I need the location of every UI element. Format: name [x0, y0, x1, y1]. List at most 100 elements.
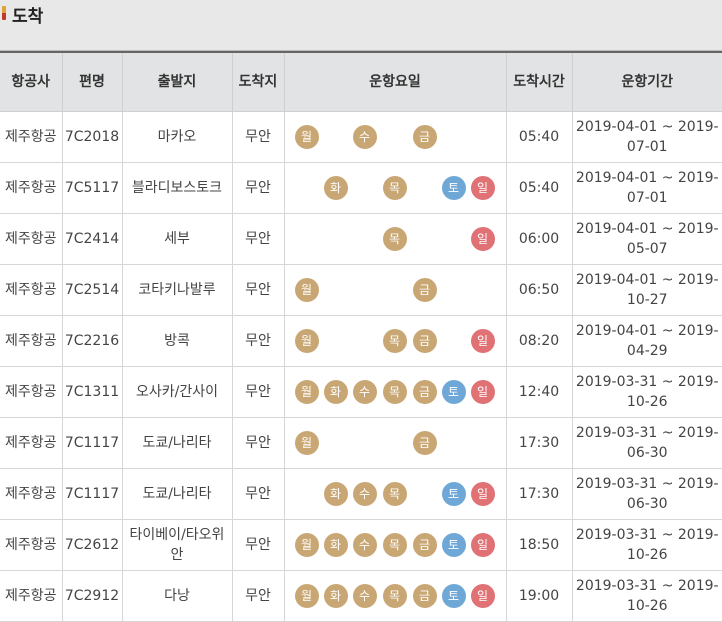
day-badge: 수 — [352, 125, 377, 149]
operating-days-cell: 월금 — [283, 417, 506, 469]
arrivals-table: 항공사 편명 출발지 도착지 운항요일 도착시간 운항기간 제주항공 7C2018… — [0, 51, 722, 622]
operating-days-cell: 월화수목금토일 — [283, 366, 506, 418]
day-badge: 월 — [294, 329, 319, 353]
flight-number-cell: 7C1311 — [61, 366, 122, 418]
day-badge: 목 — [382, 176, 407, 200]
day-badge: 금 — [412, 125, 437, 149]
operating-period-cell: 2019-03-31 ~ 2019-06-30 — [571, 468, 722, 520]
table-row: 제주항공 7C2612 타이베이/타오위안 무안 월 화 수 목 금 토 일 18:50 2019-03… — [0, 519, 722, 571]
origin-cell: 타이베이/타오위안 — [121, 519, 232, 571]
header-operating-days: 운항요일 — [283, 51, 506, 112]
day-badge: 금 — [412, 329, 437, 353]
destination-cell: 무안 — [231, 315, 284, 367]
airline-cell: 제주항공 — [0, 111, 62, 163]
header-destination: 도착지 — [231, 51, 284, 112]
flight-number-cell: 7C5117 — [61, 162, 122, 214]
header-origin: 출발지 — [121, 51, 232, 112]
flight-number-cell: 7C2612 — [61, 519, 122, 571]
operating-days-cell: 목일 — [283, 213, 506, 265]
origin-cell: 마카오 — [121, 111, 232, 163]
table-header-row: 항공사 편명 출발지 도착지 운항요일 도착시간 운항기간 — [0, 51, 722, 112]
airline-cell: 제주항공 — [0, 315, 62, 367]
operating-days-cell: 화 목 토일 — [283, 162, 506, 214]
operating-period-cell: 2019-03-31 ~ 2019-10-26 — [571, 570, 722, 622]
airline-cell: 제주항공 — [0, 366, 62, 418]
arrival-time-cell: 06:50 — [505, 264, 572, 316]
day-badge: 수 — [352, 482, 377, 506]
title-marker-icon — [2, 6, 6, 20]
arrival-time-cell: 05:40 — [505, 111, 572, 163]
arrival-time-cell: 18:50 — [505, 519, 572, 571]
table-row: 제주항공 7C2912 다낭 무안 월 화 수 목 금 토 일 19:00 2019-03-31 ~ 2… — [0, 570, 722, 622]
destination-cell: 무안 — [231, 570, 284, 622]
arrival-time-cell: 06:00 — [505, 213, 572, 265]
day-badge: 일 — [470, 176, 495, 200]
table-row: 제주항공 7C2414 세부 무안 목 일 06:00 2019-04-01 ~ 2019-0… — [0, 213, 722, 265]
day-badge: 화 — [323, 482, 348, 506]
operating-days-cell: 월수금 — [283, 111, 506, 163]
header-arrival-time: 도착시간 — [505, 51, 572, 112]
operating-period-cell: 2019-04-01 ~ 2019-10-27 — [571, 264, 722, 316]
airline-cell: 제주항공 — [0, 162, 62, 214]
operating-days-cell: 월 목금 일 — [283, 315, 506, 367]
destination-cell: 무안 — [231, 162, 284, 214]
day-badge: 토 — [441, 380, 466, 404]
table-row: 제주항공 7C1311 오사카/간사이 무안 월 화 수 목 금 토 일 12:40 2019-03-3… — [0, 366, 722, 418]
operating-period-cell: 2019-04-01 ~ 2019-05-07 — [571, 213, 722, 265]
day-badge: 수 — [352, 533, 377, 557]
day-badge: 금 — [412, 533, 437, 557]
operating-days-cell: 화수목 토일 — [283, 468, 506, 520]
operating-period-cell: 2019-03-31 ~ 2019-10-26 — [571, 366, 722, 418]
section-header: 도착 — [0, 0, 722, 51]
day-badge: 월 — [294, 380, 319, 404]
destination-cell: 무안 — [231, 468, 284, 520]
day-badge: 금 — [412, 431, 437, 455]
day-badge: 목 — [382, 533, 407, 557]
day-badge: 월 — [294, 125, 319, 149]
origin-cell: 세부 — [121, 213, 232, 265]
day-badge: 화 — [323, 533, 348, 557]
day-badge: 목 — [382, 227, 407, 251]
day-badge: 토 — [441, 533, 466, 557]
operating-period-cell: 2019-04-01 ~ 2019-04-29 — [571, 315, 722, 367]
day-badge: 목 — [382, 584, 407, 608]
day-badge: 일 — [470, 482, 495, 506]
day-badge: 월 — [294, 533, 319, 557]
table-row: 제주항공 7C1117 도쿄/나리타 무안 월 금 17:30 2019-03-31 ~ 20… — [0, 417, 722, 469]
header-flight: 편명 — [61, 51, 122, 112]
table-row: 제주항공 7C1117 도쿄/나리타 무안 화 수 목 토 일 17:30 2019-03-31 ~… — [0, 468, 722, 520]
destination-cell: 무안 — [231, 264, 284, 316]
table-row: 제주항공 7C5117 블라디보스토크 무안 화 목 토 일 05:40 2019-04-01 ~… — [0, 162, 722, 214]
operating-days-cell: 월화수목금토일 — [283, 519, 506, 571]
operating-period-cell: 2019-03-31 ~ 2019-06-30 — [571, 417, 722, 469]
flight-number-cell: 7C1117 — [61, 468, 122, 520]
day-badge: 토 — [441, 482, 466, 506]
airline-cell: 제주항공 — [0, 417, 62, 469]
header-airline: 항공사 — [0, 51, 62, 112]
day-badge: 일 — [470, 533, 495, 557]
origin-cell: 오사카/간사이 — [121, 366, 232, 418]
day-badge: 화 — [323, 380, 348, 404]
flight-number-cell: 7C2414 — [61, 213, 122, 265]
page-title: 도착 — [12, 7, 44, 27]
table-row: 제주항공 7C2216 방콕 무안 월 목 금 일 08:20 2019-04-01 ~ 2019… — [0, 315, 722, 367]
day-badge: 월 — [294, 278, 319, 302]
day-badge: 금 — [412, 380, 437, 404]
day-badge: 월 — [294, 431, 319, 455]
flight-number-cell: 7C2216 — [61, 315, 122, 367]
arrival-time-cell: 17:30 — [505, 468, 572, 520]
origin-cell: 도쿄/나리타 — [121, 468, 232, 520]
table-row: 제주항공 7C2018 마카오 무안 월 수 금 05:40 2019-04-01 ~ 2019… — [0, 111, 722, 163]
arrival-time-cell: 12:40 — [505, 366, 572, 418]
origin-cell: 다낭 — [121, 570, 232, 622]
origin-cell: 블라디보스토크 — [121, 162, 232, 214]
day-badge: 토 — [441, 176, 466, 200]
day-badge: 토 — [441, 584, 466, 608]
airline-cell: 제주항공 — [0, 213, 62, 265]
day-badge: 일 — [470, 584, 495, 608]
origin-cell: 도쿄/나리타 — [121, 417, 232, 469]
operating-period-cell: 2019-04-01 ~ 2019-07-01 — [571, 162, 722, 214]
day-badge: 화 — [323, 584, 348, 608]
flight-number-cell: 7C1117 — [61, 417, 122, 469]
flight-number-cell: 7C2912 — [61, 570, 122, 622]
